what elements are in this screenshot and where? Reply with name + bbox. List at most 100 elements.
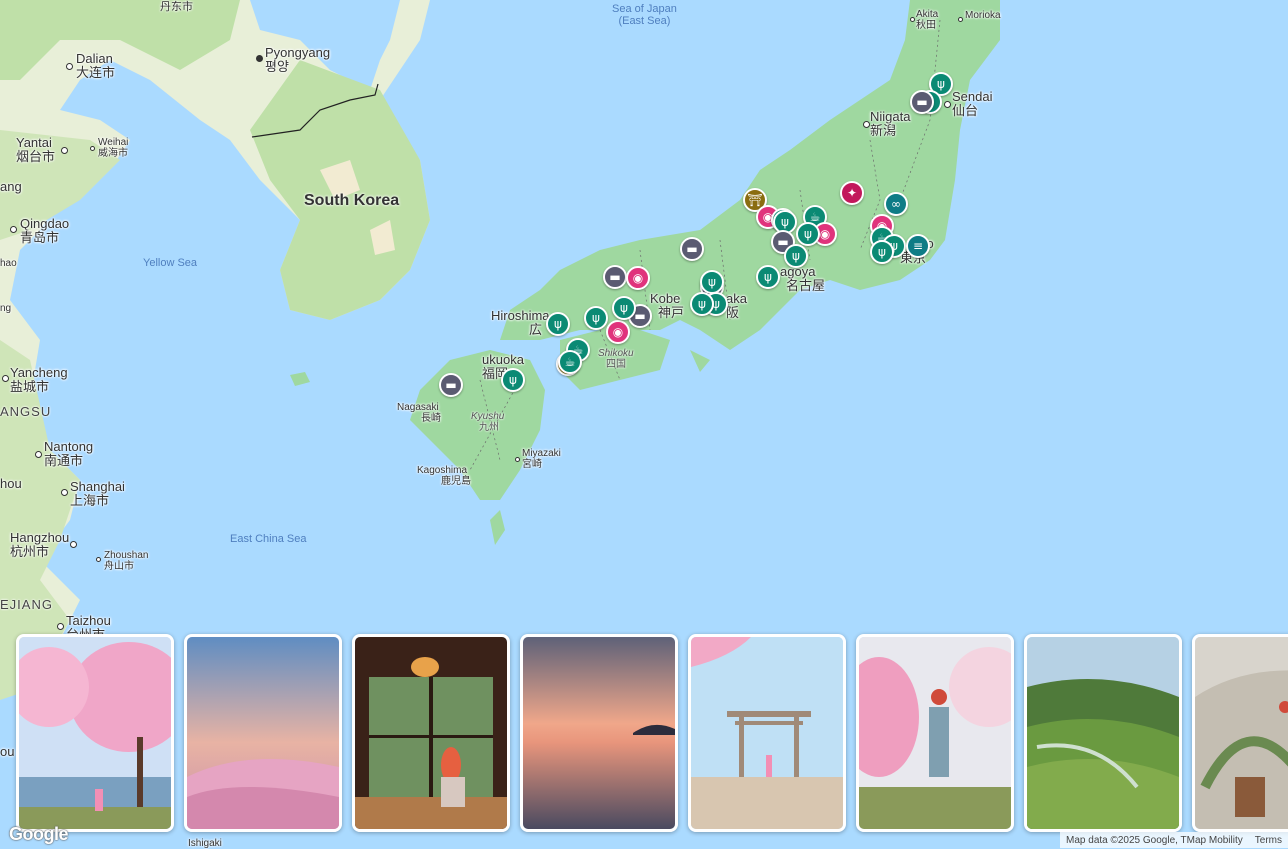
nightlife-icon: ✦	[846, 186, 858, 200]
photo-card-blossom-garden[interactable]	[856, 634, 1014, 832]
food-icon: ψ	[554, 317, 562, 331]
terms-link[interactable]: Terms	[1249, 835, 1288, 846]
food-icon: ψ	[708, 275, 716, 289]
city-qingdao[interactable]: Qingdao 青岛市	[10, 217, 69, 245]
map-pin-food[interactable]: ψ	[784, 244, 808, 268]
map-pin-food[interactable]: ψ	[501, 368, 525, 392]
city-yantai-name: Yantai	[16, 135, 52, 150]
region-shikoku-native: 四国	[606, 359, 626, 370]
city-fukuoka-name: ukuoka	[482, 352, 524, 367]
city-nantong-native: 南通市	[44, 453, 84, 468]
city-hiroshima-native: 広	[529, 322, 543, 337]
hotel-icon: ▬	[445, 378, 457, 392]
city-dot	[61, 489, 68, 496]
food-icon: ψ	[804, 227, 812, 241]
city-osaka[interactable]: aka 阪	[726, 292, 747, 320]
city-dot	[910, 17, 915, 22]
city-akita-native: 秋田	[916, 20, 936, 31]
photo-icon: ◉	[819, 227, 831, 241]
city-ishigaki[interactable]: Ishigaki	[188, 838, 222, 849]
map-pin-sight[interactable]: ≡	[906, 234, 930, 258]
south-korea-label: South Korea	[304, 192, 400, 209]
map-pin-photo[interactable]: ◉	[626, 266, 650, 290]
map-pin-hotel[interactable]: ▬	[910, 90, 934, 114]
city-morioka[interactable]: Morioka	[958, 10, 1001, 22]
map-pin-sight[interactable]: ∞	[884, 192, 908, 216]
city-niigata[interactable]: Niigata 新潟	[863, 110, 910, 138]
city-dalian-name: Dalian	[76, 51, 113, 66]
city-hiroshima[interactable]: Hiroshima 広	[491, 309, 550, 337]
city-akita[interactable]: Akita 秋田	[910, 9, 938, 31]
photo-card-torii-gate[interactable]	[688, 634, 846, 832]
city-weihai-name: Weihai	[98, 137, 129, 148]
photo-ryokan-window	[355, 637, 507, 829]
food-icon: ψ	[592, 311, 600, 325]
city-nagasaki[interactable]: Nagasaki 長崎	[397, 402, 441, 424]
map-pin-food[interactable]: ψ	[756, 265, 780, 289]
city-nantong[interactable]: Nantong 南通市	[35, 439, 94, 468]
city-sendai[interactable]: Sendai 仙台	[944, 90, 992, 118]
map-pin-food[interactable]: ψ	[870, 240, 894, 264]
city-zhoushan-native: 舟山市	[104, 561, 134, 572]
city-kagoshima[interactable]: Kagoshima 鹿児島	[417, 465, 471, 487]
map-pin-hotel[interactable]: ▬	[603, 265, 627, 289]
photo-rice-terraces	[1027, 637, 1179, 829]
east-sea-text: (East Sea)	[618, 15, 671, 27]
city-dandong[interactable]: 丹东市	[160, 0, 193, 14]
food-icon: ψ	[781, 215, 789, 229]
photo-blossom-garden	[859, 637, 1011, 829]
map-pin-nightlife[interactable]: ✦	[840, 181, 864, 205]
food-icon: ψ	[764, 270, 772, 284]
photo-card-sunset-reflection[interactable]	[520, 634, 678, 832]
photo-card-ghibli-house[interactable]	[1192, 634, 1288, 832]
city-osaka-native: 阪	[726, 305, 740, 320]
city-kagoshima-native: 鹿児島	[441, 476, 471, 487]
map-pin-food[interactable]: ψ	[690, 292, 714, 316]
city-yancheng[interactable]: Yancheng 盐城市	[2, 366, 68, 394]
city-nagoya[interactable]: agoya 名古屋	[780, 265, 825, 293]
map-pin-photo[interactable]: ◉	[606, 320, 630, 344]
city-yantai[interactable]: Yantai 烟台市	[16, 135, 68, 164]
map-pin-food[interactable]: ψ	[546, 312, 570, 336]
province-jiangsu: ANGSU	[0, 404, 52, 419]
map-pin-food[interactable]: ψ	[584, 306, 608, 330]
city-osaka-name: aka	[726, 291, 747, 306]
city-kobe-native: 神戸	[658, 305, 685, 320]
map-pin-hotel[interactable]: ▬	[439, 373, 463, 397]
city-miyazaki-name: Miyazaki	[522, 448, 561, 459]
photo-sunset-reflection	[523, 637, 675, 829]
city-kobe[interactable]: Kobe 神戸	[650, 292, 684, 320]
sea-of-japan-label: Sea of Japan (East Sea)	[612, 3, 677, 27]
city-zhoushan-name: Zhoushan	[104, 550, 149, 561]
food-icon: ψ	[937, 77, 945, 91]
map-pin-food[interactable]: ψ	[700, 270, 724, 294]
city-dot	[2, 375, 9, 382]
city-weihai[interactable]: Weihai 威海市	[90, 137, 129, 159]
city-dot	[66, 63, 73, 70]
food-icon: ψ	[878, 245, 886, 259]
city-dalian[interactable]: Dalian 大连市	[66, 51, 115, 80]
city-zhoushan[interactable]: Zhoushan 舟山市	[96, 550, 149, 572]
map-data-text: Map data ©2025 Google, TMap Mobility	[1066, 834, 1243, 846]
city-miyazaki[interactable]: Miyazaki 宮崎	[515, 448, 561, 470]
city-weihai-native: 威海市	[98, 148, 128, 159]
google-logo: Google	[9, 824, 69, 844]
photo-card-cherry-blossom-lake[interactable]	[16, 634, 174, 832]
city-pyongyang[interactable]: Pyongyang 평양	[256, 46, 330, 74]
photo-carousel[interactable]	[0, 634, 1288, 834]
sight-icon: ≡	[912, 239, 924, 253]
map-pin-hotel[interactable]: ▬	[680, 237, 704, 261]
hotel-icon: ▬	[609, 270, 621, 284]
yellow-sea-label: Yellow Sea	[143, 257, 198, 269]
map-pin-food[interactable]: ψ	[796, 222, 820, 246]
city-hangzhou[interactable]: Hangzhou 杭州市	[10, 531, 77, 559]
food-icon: ψ	[620, 301, 628, 315]
photo-card-ryokan-window[interactable]	[352, 634, 510, 832]
photo-card-rice-terraces[interactable]	[1024, 634, 1182, 832]
city-nantong-name: Nantong	[44, 439, 94, 454]
map-pin-food[interactable]: ψ	[612, 296, 636, 320]
city-shanghai[interactable]: Shanghai 上海市	[61, 480, 125, 508]
partial-label-hai: hao	[0, 258, 17, 269]
photo-card-sunrise-cherry-hills[interactable]	[184, 634, 342, 832]
map-pin-cafe[interactable]: ☕	[558, 350, 582, 374]
